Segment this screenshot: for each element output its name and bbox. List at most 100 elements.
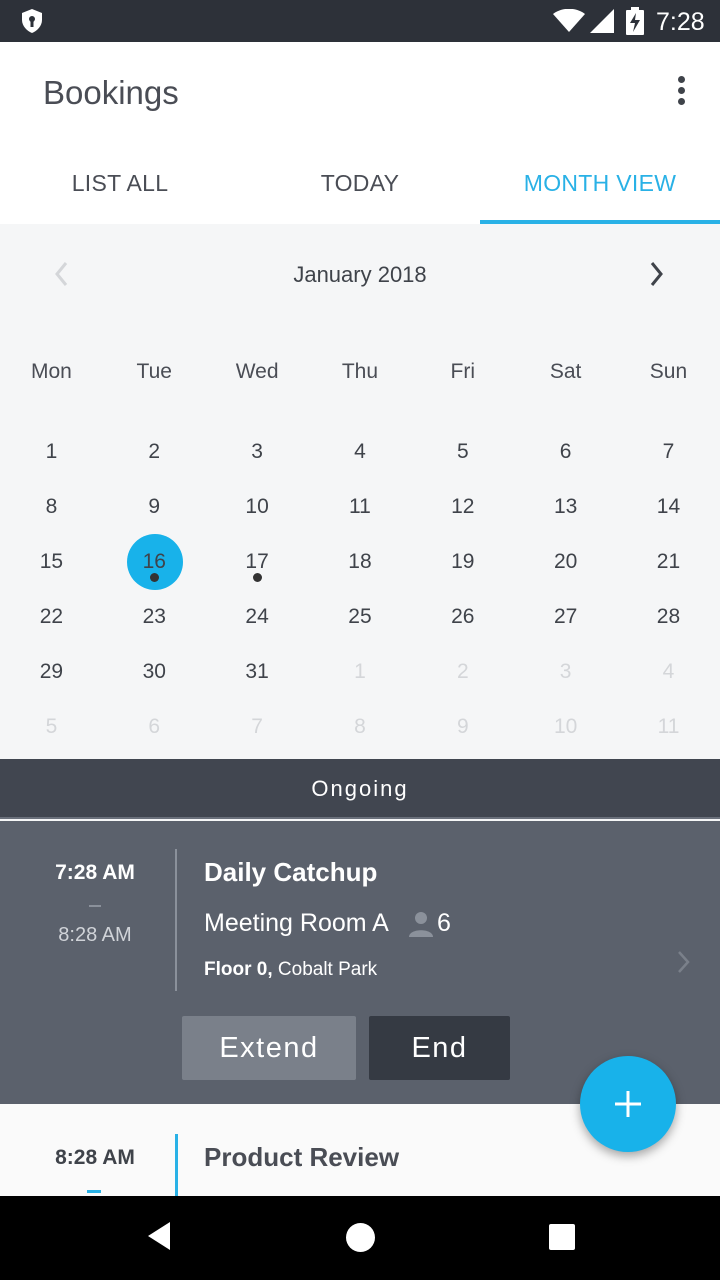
day-cell[interactable]: 1	[0, 424, 103, 479]
day-cell[interactable]: 17	[206, 534, 309, 589]
weekday-label: Tue	[136, 360, 172, 383]
app-bar: Bookings	[0, 42, 720, 142]
day-cell[interactable]: 26	[411, 589, 514, 644]
day-cell[interactable]: 5	[411, 424, 514, 479]
day-cell[interactable]: 14	[617, 479, 720, 534]
month-label: January 2018	[293, 262, 427, 287]
tab-month-view[interactable]: MONTH VIEW	[480, 142, 720, 224]
booking-name: Daily Catchup	[204, 857, 378, 887]
weekday-label: Mon	[30, 360, 72, 383]
day-cell[interactable]: 22	[0, 589, 103, 644]
day-cell-other-month: 2	[456, 660, 469, 683]
day-cell[interactable]: 2	[103, 424, 206, 479]
day-cell[interactable]: 21	[617, 534, 720, 589]
week-row: 29 30 31 1 2 3 4	[0, 644, 720, 699]
day-cell[interactable]: 18	[309, 534, 412, 589]
booking-name: Product Review	[204, 1142, 400, 1172]
day-cell-other-month: 7	[251, 715, 263, 738]
day-cell[interactable]: 24	[206, 589, 309, 644]
event-dot	[149, 573, 159, 582]
week-row: 1 2 3 4 5 6 7	[0, 424, 720, 479]
status-bar: 7:28	[0, 0, 720, 42]
booking-end-time: 8:28 AM	[58, 924, 132, 946]
home-icon[interactable]	[346, 1223, 375, 1252]
booking-start-time: 7:28 AM	[55, 861, 135, 884]
battery-charging-icon	[626, 7, 644, 35]
tab-today[interactable]: TODAY	[240, 142, 480, 224]
week-row: 22 23 24 25 26 27 28	[0, 589, 720, 644]
more-options-icon[interactable]	[668, 76, 694, 112]
booking-location: Floor 0, Cobalt Park	[204, 959, 377, 981]
weekday-label: Fri	[450, 360, 476, 383]
day-cell-other-month: 4	[662, 660, 675, 683]
weekday-label: Sat	[549, 360, 582, 383]
booking-start-time: 8:28 AM	[55, 1146, 135, 1169]
floor-label: Floor 0,	[204, 959, 273, 980]
weekday-header: Mon Tue Wed Thu Fri Sat Sun	[0, 360, 720, 384]
chevron-right-icon	[678, 951, 690, 973]
recents-icon[interactable]	[549, 1224, 575, 1250]
day-cell-other-month: 1	[354, 660, 366, 683]
system-nav-bar	[0, 1196, 720, 1280]
day-cell[interactable]: 8	[0, 479, 103, 534]
day-cell[interactable]: 7	[617, 424, 720, 479]
day-cell-other-month: 11	[657, 715, 680, 738]
day-cell[interactable]: 29	[0, 644, 103, 699]
month-calendar: January 2018 Mon Tue Wed Thu Fri Sat Sun…	[0, 224, 720, 759]
building-label: Cobalt Park	[277, 959, 378, 980]
day-cell[interactable]: 11	[309, 479, 412, 534]
day-cell-selected[interactable]: 16	[103, 534, 206, 590]
weekday-label: Wed	[235, 360, 279, 383]
chevron-right-icon[interactable]	[644, 260, 668, 288]
day-cell[interactable]: 3	[206, 424, 309, 479]
day-cell[interactable]: 23	[103, 589, 206, 644]
weekday-label: Thu	[341, 360, 379, 383]
weekday-label: Sun	[649, 360, 688, 383]
day-cell-other-month: 9	[456, 715, 469, 738]
day-cell[interactable]: 25	[309, 589, 412, 644]
section-header-ongoing: Ongoing	[0, 759, 720, 819]
day-cell[interactable]: 28	[617, 589, 720, 644]
tab-list-all[interactable]: LIST ALL	[0, 142, 240, 224]
booking-room: Meeting Room A	[204, 909, 389, 937]
day-cell-other-month: 3	[559, 660, 572, 683]
day-cell[interactable]: 31	[206, 644, 309, 699]
day-cell[interactable]: 9	[103, 479, 206, 534]
time-separator	[87, 1190, 101, 1193]
time-separator	[89, 905, 101, 907]
day-cell-other-month: 5	[45, 715, 58, 738]
extend-button[interactable]: Extend	[182, 1016, 356, 1080]
day-cell[interactable]: 13	[514, 479, 617, 534]
day-cell[interactable]: 20	[514, 534, 617, 589]
plus-icon	[615, 1091, 641, 1117]
person-icon	[409, 912, 433, 937]
day-cell[interactable]: 19	[411, 534, 514, 589]
week-row: 8 9 10 11 12 13 14	[0, 479, 720, 534]
wifi-icon	[553, 9, 585, 32]
end-button[interactable]: End	[369, 1016, 510, 1080]
divider	[175, 1134, 178, 1196]
week-row: 5 6 7 8 9 10 11	[0, 699, 720, 754]
day-cell-other-month: 6	[148, 715, 161, 738]
signal-icon	[590, 9, 614, 33]
day-cell[interactable]: 6	[514, 424, 617, 479]
day-cell-other-month: 10	[553, 715, 578, 738]
week-row: 15 16 17 18 19 20 21	[0, 534, 720, 590]
shield-icon	[22, 9, 42, 33]
day-cell[interactable]: 27	[514, 589, 617, 644]
back-icon[interactable]	[146, 1221, 172, 1251]
page-title: Bookings	[43, 74, 179, 111]
event-dot	[252, 573, 262, 582]
day-cell-other-month: 8	[354, 715, 366, 738]
day-cell[interactable]: 10	[206, 479, 309, 534]
day-grid: 1 2 3 4 5 6 7 8 9 10 11 12 13 14 15 16 1…	[0, 424, 720, 754]
add-booking-button[interactable]	[580, 1056, 676, 1152]
room-capacity: 6	[437, 909, 451, 937]
divider	[175, 849, 177, 991]
day-cell[interactable]: 12	[411, 479, 514, 534]
day-cell[interactable]: 15	[0, 534, 103, 589]
calendar-header: January 2018	[0, 224, 720, 324]
day-cell[interactable]: 30	[103, 644, 206, 699]
tab-bar: LIST ALL TODAY MONTH VIEW	[0, 142, 720, 224]
day-cell[interactable]: 4	[309, 424, 412, 479]
